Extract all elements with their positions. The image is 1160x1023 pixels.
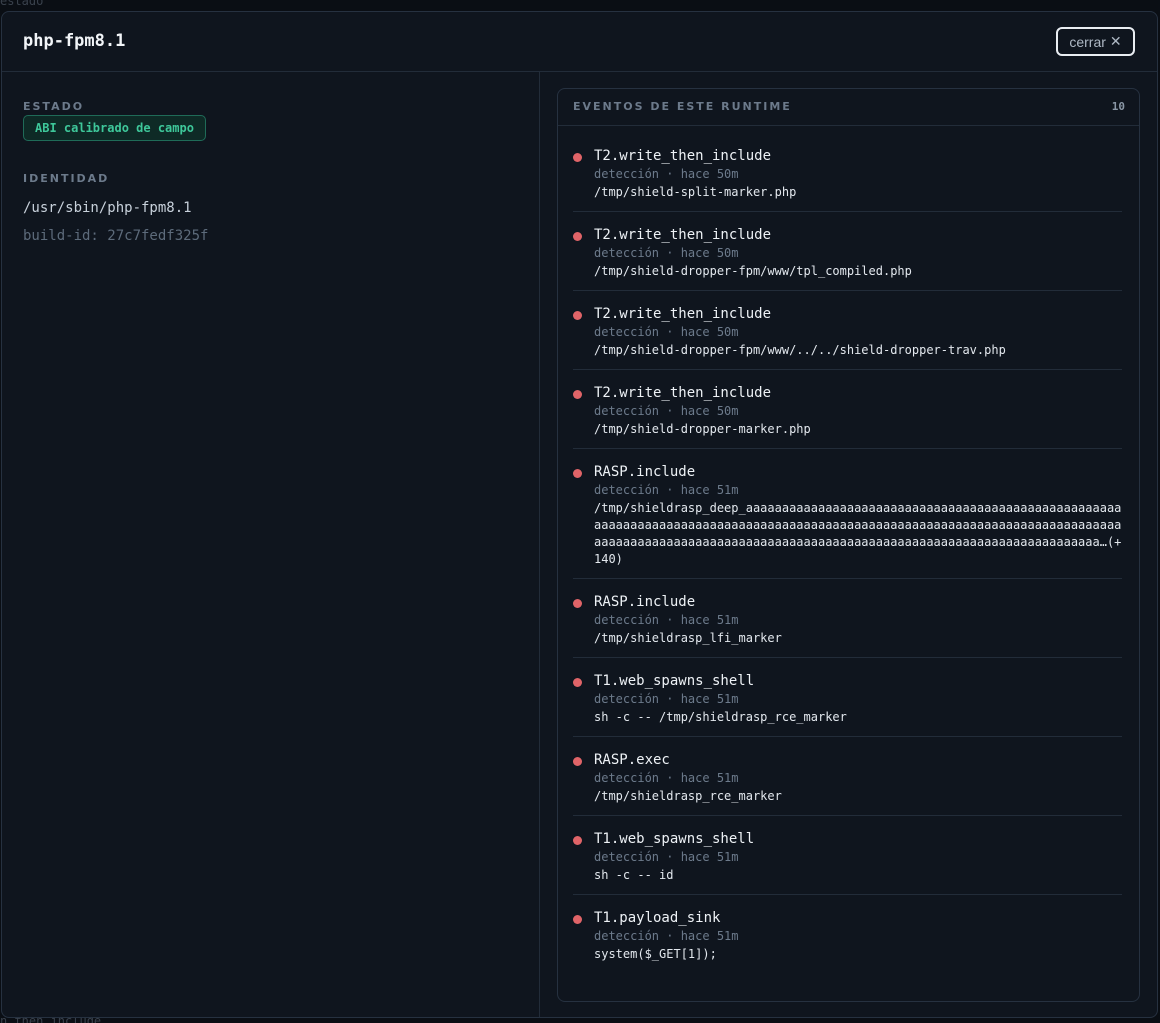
identidad-label: IDENTIDAD (23, 172, 110, 185)
status-badge: ABI calibrado de campo (23, 115, 206, 141)
runtime-detail-modal: php-fpm8.1 cerrar ✕ ESTADO ABI calibrado… (1, 11, 1158, 1018)
event-meta: detección · hace 51m (594, 771, 739, 785)
severity-dot-icon (573, 599, 582, 608)
event-name: T2.write_then_include (594, 148, 772, 164)
event-name: T2.write_then_include (594, 227, 772, 243)
severity-dot-icon (573, 232, 582, 241)
event-detail: sh -c -- id (594, 868, 674, 882)
events-count-badge: 10 (1111, 100, 1125, 113)
event-meta: detección · hace 50m (594, 246, 739, 260)
event-detail: /tmp/shield-dropper-fpm/www/tpl_compiled… (594, 264, 912, 278)
event-item[interactable]: T2.write_then_include detección · hace 50… (573, 220, 1122, 291)
event-item[interactable]: T1.web_spawns_shell detección · hace 51m s… (573, 824, 1122, 895)
event-item[interactable]: T1.web_spawns_shell detección · hace 51m s… (573, 666, 1122, 737)
event-meta: detección · hace 51m (594, 483, 739, 497)
event-list: T2.write_then_include detección · hace 50… (573, 141, 1122, 981)
severity-dot-icon (573, 836, 582, 845)
event-detail: /tmp/shieldrasp_rce_marker (594, 789, 782, 803)
event-name: RASP.exec (594, 752, 670, 768)
severity-dot-icon (573, 390, 582, 399)
event-item[interactable]: T2.write_then_include detección · hace 50… (573, 378, 1122, 449)
event-name: RASP.include (594, 594, 696, 610)
event-meta: detección · hace 51m (594, 929, 739, 943)
event-detail: /tmp/shield-split-marker.php (594, 185, 797, 199)
binary-path: /usr/sbin/php-fpm8.1 (23, 200, 192, 216)
event-detail: /tmp/shield-dropper-fpm/www/../../shield… (594, 343, 1006, 357)
event-item[interactable]: T1.payload_sink detección · hace 51m syste… (573, 903, 1122, 973)
close-button[interactable]: cerrar ✕ (1056, 27, 1135, 56)
modal-header: php-fpm8.1 cerrar ✕ (2, 12, 1157, 72)
event-item[interactable]: T2.write_then_include detección · hace 50… (573, 299, 1122, 370)
event-name: T1.payload_sink (594, 910, 721, 926)
event-meta: detección · hace 51m (594, 850, 739, 864)
event-item[interactable]: RASP.include detección · hace 51m/tmp/shi… (573, 457, 1122, 579)
severity-dot-icon (573, 311, 582, 320)
runtime-info-pane: ESTADO ABI calibrado de campo IDENTIDAD … (2, 72, 540, 1017)
event-meta: detección · hace 51m (594, 613, 739, 627)
event-meta: detección · hace 50m (594, 167, 739, 181)
backdrop-text-top: estado (0, 0, 44, 8)
event-item[interactable]: RASP.include detección · hace 51m/tmp/shi… (573, 587, 1122, 658)
events-header: EVENTOS DE ESTE RUNTIME 10 (558, 89, 1139, 126)
events-panel[interactable]: EVENTOS DE ESTE RUNTIME 10 T2.write_then… (557, 88, 1140, 1002)
close-icon: ✕ (1109, 33, 1122, 49)
event-name: T2.write_then_include (594, 306, 772, 322)
estado-label: ESTADO (23, 100, 85, 113)
severity-dot-icon (573, 915, 582, 924)
event-detail: /tmp/shieldrasp_deep_aaaaaaaaaaaaaaaaaaa… (594, 501, 1122, 566)
event-detail: /tmp/shield-dropper-marker.php (594, 422, 811, 436)
event-name: T2.write_then_include (594, 385, 772, 401)
event-meta: detección · hace 50m (594, 404, 739, 418)
severity-dot-icon (573, 757, 582, 766)
event-detail: /tmp/shieldrasp_lfi_marker (594, 631, 782, 645)
event-item[interactable]: RASP.exec detección · hace 51m/tmp/shield… (573, 745, 1122, 816)
event-detail: sh -c -- /tmp/shieldrasp_rce_marker (594, 710, 847, 724)
severity-dot-icon (573, 469, 582, 478)
event-detail: system($_GET[1]); (594, 947, 717, 961)
event-name: T1.web_spawns_shell (594, 831, 755, 847)
build-id: build-id: 27c7fedf325f (23, 228, 209, 244)
event-name: T1.web_spawns_shell (594, 673, 755, 689)
close-button-label: cerrar (1069, 33, 1106, 50)
event-meta: detección · hace 50m (594, 325, 739, 339)
event-item[interactable]: T2.write_then_include detección · hace 50… (573, 141, 1122, 212)
event-meta: detección · hace 51m (594, 692, 739, 706)
severity-dot-icon (573, 678, 582, 687)
modal-title: php-fpm8.1 (23, 31, 126, 51)
events-title: EVENTOS DE ESTE RUNTIME (573, 100, 792, 113)
severity-dot-icon (573, 153, 582, 162)
event-name: RASP.include (594, 464, 696, 480)
